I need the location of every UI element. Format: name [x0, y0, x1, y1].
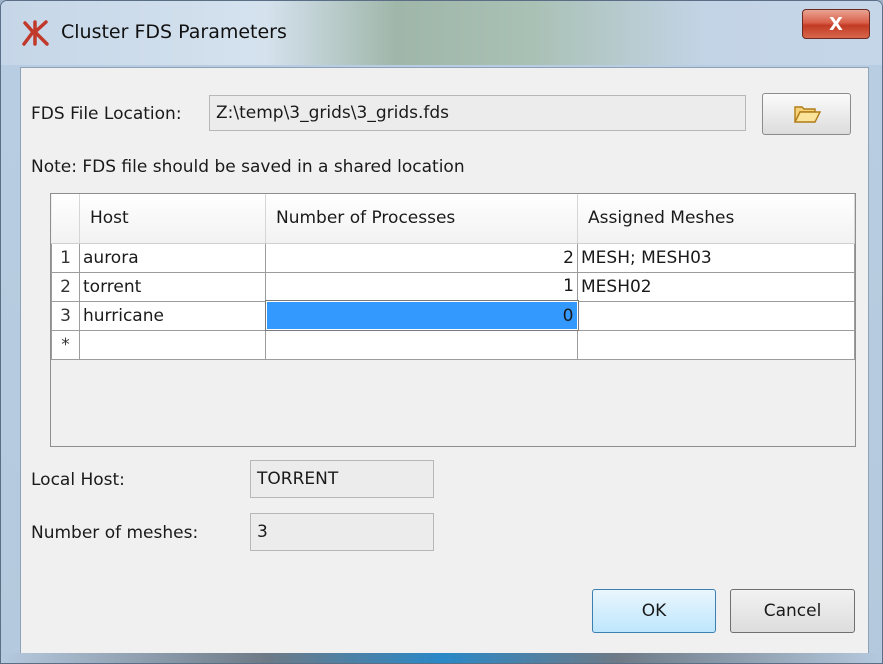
processes-cell[interactable]: 2: [265, 242, 578, 273]
hosts-table-panel: Host Number of Processes Assigned Meshes…: [50, 193, 856, 447]
host-cell[interactable]: [79, 329, 266, 360]
flame-app-icon: [22, 20, 49, 46]
table-row-selected[interactable]: 3 hurricane 0: [51, 300, 855, 331]
row-number: 2: [51, 271, 80, 302]
meshes-cell[interactable]: MESH02: [577, 271, 855, 302]
host-cell[interactable]: hurricane: [79, 300, 266, 331]
row-number-header: [51, 194, 80, 244]
ok-button[interactable]: OK: [592, 589, 716, 633]
shared-location-note: Note: FDS file should be saved in a shar…: [31, 157, 465, 177]
meshes-cell[interactable]: [577, 329, 855, 360]
number-of-meshes-field: 3: [250, 513, 434, 551]
meshes-cell[interactable]: [577, 300, 855, 331]
host-column-header[interactable]: Host: [79, 194, 266, 244]
table-row[interactable]: 1 aurora 2 MESH; MESH03: [51, 242, 855, 273]
table-row[interactable]: 2 torrent 1 MESH02: [51, 271, 855, 302]
close-button[interactable]: X: [802, 9, 870, 39]
processes-cell-selected[interactable]: 0: [264, 300, 579, 331]
local-host-label: Local Host:: [31, 470, 125, 490]
meshes-column-header[interactable]: Assigned Meshes: [577, 194, 855, 244]
table-header-row: Host Number of Processes Assigned Meshes: [51, 194, 855, 244]
folder-open-icon: [793, 106, 821, 123]
dialog-window: Cluster FDS Parameters X FDS File Locati…: [0, 0, 883, 664]
fds-file-location-field[interactable]: Z:\temp\3_grids\3_grids.fds: [209, 95, 746, 131]
taskbar-strip: [1, 653, 882, 663]
window-title: Cluster FDS Parameters: [61, 21, 287, 43]
new-row-marker: *: [51, 329, 80, 360]
fds-file-location-label: FDS File Location:: [31, 104, 182, 124]
meshes-cell[interactable]: MESH; MESH03: [577, 242, 855, 273]
hosts-table: Host Number of Processes Assigned Meshes…: [51, 194, 855, 360]
row-number: 3: [51, 300, 80, 331]
cancel-button[interactable]: Cancel: [730, 589, 855, 633]
processes-column-header[interactable]: Number of Processes: [265, 194, 578, 244]
title-bar[interactable]: Cluster FDS Parameters X: [1, 1, 882, 65]
host-cell[interactable]: aurora: [79, 242, 266, 273]
dialog-content: FDS File Location: Z:\temp\3_grids\3_gri…: [20, 67, 869, 655]
number-of-meshes-label: Number of meshes:: [31, 523, 199, 543]
local-host-field: TORRENT: [250, 460, 434, 498]
processes-cell[interactable]: 1: [265, 271, 578, 302]
host-cell[interactable]: torrent: [79, 271, 266, 302]
processes-cell[interactable]: [265, 329, 578, 360]
browse-button[interactable]: [762, 93, 851, 135]
new-row[interactable]: *: [51, 329, 855, 360]
row-number: 1: [51, 242, 80, 273]
